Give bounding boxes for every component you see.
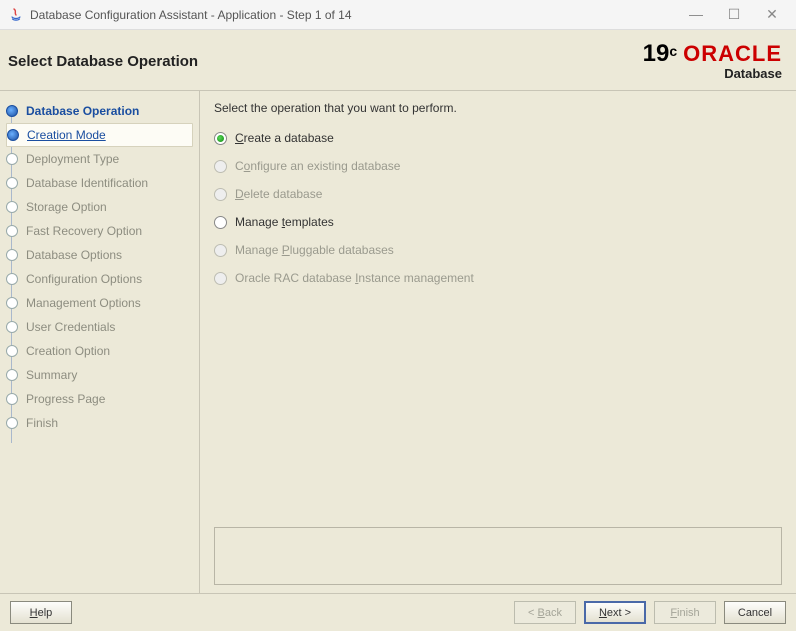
window-controls: — ☐ ✕ (686, 6, 788, 23)
logo-brand: ORACLE (683, 43, 782, 65)
step-label: Summary (26, 368, 77, 382)
minimize-button[interactable]: — (686, 6, 706, 23)
footer: Help < Back Next > Finish Cancel (0, 593, 796, 631)
step-label: User Credentials (26, 320, 115, 334)
logo-version-sup: c (669, 43, 677, 59)
maximize-button[interactable]: ☐ (724, 6, 744, 23)
logo-version: 19 (643, 40, 670, 67)
message-area (214, 527, 782, 585)
radio-icon (214, 188, 227, 201)
step-label: Storage Option (26, 200, 107, 214)
wizard-step: Database Identification (6, 171, 199, 195)
page-title: Select Database Operation (8, 53, 198, 70)
cancel-button[interactable]: Cancel (724, 601, 786, 624)
step-label: Creation Mode (27, 128, 106, 142)
operation-radio: Configure an existing database (214, 159, 782, 173)
help-rest: elp (38, 607, 53, 619)
wizard-step: Management Options (6, 291, 199, 315)
step-label: Database Operation (26, 104, 139, 118)
wizard-step: Finish (6, 411, 199, 435)
operation-radio[interactable]: Manage templates (214, 215, 782, 229)
step-bullet-icon (6, 249, 18, 261)
help-mnemonic: H (30, 607, 38, 619)
step-bullet-icon (7, 129, 19, 141)
oracle-logo: 19c ORACLE Database (643, 42, 782, 80)
back-button: < Back (514, 601, 576, 624)
radio-icon (214, 272, 227, 285)
header: Select Database Operation 19c ORACLE Dat… (0, 30, 796, 90)
body: Database Operation Creation Mode Deploymen… (0, 91, 796, 593)
radio-icon (214, 216, 227, 229)
radio-icon (214, 132, 227, 145)
operation-radio: Delete database (214, 187, 782, 201)
step-bullet-icon (6, 273, 18, 285)
step-label: Creation Option (26, 344, 110, 358)
step-label: Database Identification (26, 176, 148, 190)
radio-icon (214, 160, 227, 173)
step-bullet-icon (6, 369, 18, 381)
operation-options: Create a database Configure an existing d… (214, 131, 782, 285)
step-label: Fast Recovery Option (26, 224, 142, 238)
operation-radio: Manage Pluggable databases (214, 243, 782, 257)
wizard-step: Creation Option (6, 339, 199, 363)
wizard-step: Database Options (6, 243, 199, 267)
java-icon (8, 7, 24, 23)
step-bullet-icon (6, 297, 18, 309)
wizard-step: Deployment Type (6, 147, 199, 171)
titlebar: Database Configuration Assistant - Appli… (0, 0, 796, 30)
main-panel: Select the operation that you want to pe… (200, 91, 796, 593)
wizard-step: Configuration Options (6, 267, 199, 291)
wizard-step[interactable]: Database Operation (6, 99, 199, 123)
step-bullet-icon (6, 153, 18, 165)
step-bullet-icon (6, 177, 18, 189)
wizard-sidebar: Database Operation Creation Mode Deploymen… (0, 91, 200, 593)
step-bullet-icon (6, 225, 18, 237)
radio-label: Manage templates (235, 215, 334, 229)
step-label: Finish (26, 416, 58, 430)
logo-product: Database (643, 67, 782, 80)
radio-label: Delete database (235, 187, 322, 201)
radio-label: Manage Pluggable databases (235, 243, 394, 257)
step-label: Database Options (26, 248, 122, 262)
wizard-step: Fast Recovery Option (6, 219, 199, 243)
wizard-step: Summary (6, 363, 199, 387)
radio-icon (214, 244, 227, 257)
window-title: Database Configuration Assistant - Appli… (30, 8, 686, 22)
step-bullet-icon (6, 393, 18, 405)
step-label: Deployment Type (26, 152, 119, 166)
radio-label: Oracle RAC database Instance management (235, 271, 474, 285)
operation-radio: Oracle RAC database Instance management (214, 271, 782, 285)
help-button[interactable]: Help (10, 601, 72, 624)
next-button[interactable]: Next > (584, 601, 646, 624)
wizard-step: User Credentials (6, 315, 199, 339)
step-bullet-icon (6, 345, 18, 357)
step-bullet-icon (6, 321, 18, 333)
step-bullet-icon (6, 201, 18, 213)
wizard-step: Storage Option (6, 195, 199, 219)
wizard-step[interactable]: Creation Mode (6, 123, 193, 147)
close-button[interactable]: ✕ (762, 6, 782, 23)
operation-radio[interactable]: Create a database (214, 131, 782, 145)
wizard-step: Progress Page (6, 387, 199, 411)
instruction-text: Select the operation that you want to pe… (214, 101, 782, 115)
finish-button: Finish (654, 601, 716, 624)
radio-label: Create a database (235, 131, 334, 145)
step-label: Management Options (26, 296, 141, 310)
step-label: Progress Page (26, 392, 105, 406)
step-label: Configuration Options (26, 272, 142, 286)
step-bullet-icon (6, 417, 18, 429)
radio-label: Configure an existing database (235, 159, 400, 173)
step-bullet-icon (6, 105, 18, 117)
